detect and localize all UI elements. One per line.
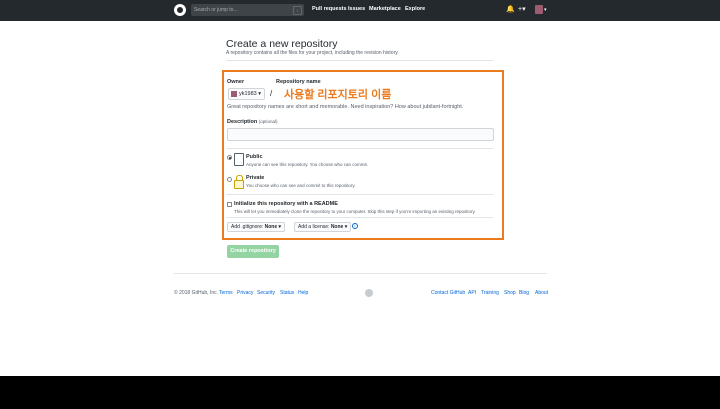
- search-input[interactable]: Search or jump to... /: [191, 4, 304, 16]
- footer-link-shop[interactable]: Shop: [504, 290, 516, 296]
- owner-repo-slash: /: [270, 89, 273, 98]
- footer-link-blog[interactable]: Blog: [519, 290, 529, 296]
- readme-checkbox[interactable]: [227, 202, 232, 207]
- footer-divider: [174, 273, 547, 274]
- plus-dropdown-icon[interactable]: +▾: [518, 5, 526, 13]
- nav-issues[interactable]: Issues: [348, 6, 365, 12]
- description-input[interactable]: [227, 128, 494, 141]
- repo-name-annotation[interactable]: 사용할 리포지토리 이름: [284, 86, 391, 102]
- divider: [226, 148, 493, 149]
- footer-link-privacy[interactable]: Privacy: [237, 290, 253, 296]
- page-title: Create a new repository: [226, 38, 338, 50]
- nav-explore[interactable]: Explore: [405, 6, 425, 12]
- private-title: Private: [246, 175, 265, 181]
- footer-link-terms[interactable]: Terms: [219, 290, 233, 296]
- public-title: Public: [246, 154, 263, 160]
- repo-name-label: Repository name: [276, 79, 321, 85]
- license-value: None ▾: [330, 224, 348, 230]
- owner-avatar: [231, 91, 237, 97]
- lock-icon: [234, 175, 244, 189]
- repo-name-hint: Great repository names are short and mem…: [227, 104, 464, 110]
- public-radio[interactable]: [227, 155, 232, 160]
- footer-link-status[interactable]: Status: [280, 290, 294, 296]
- page-subtitle: A repository contains all the files for …: [226, 50, 399, 56]
- public-description: Anyone can see this repository. You choo…: [246, 162, 368, 167]
- description-label: Description (optional): [227, 119, 278, 125]
- create-repository-button[interactable]: Create repository: [227, 245, 279, 258]
- footer-link-about[interactable]: About: [535, 290, 548, 296]
- description-label-text: Description: [227, 119, 258, 125]
- private-description: You choose who can see and commit to thi…: [246, 183, 356, 188]
- divider: [226, 194, 493, 195]
- footer-link-contact[interactable]: Contact GitHub: [431, 290, 465, 296]
- footer-link-api[interactable]: API: [468, 290, 476, 296]
- owner-value: yk1983 ▾: [239, 91, 262, 97]
- owner-label: Owner: [227, 79, 245, 85]
- footer-link-training[interactable]: Training: [481, 290, 499, 296]
- readme-description: This will let you immediately clone the …: [234, 209, 476, 214]
- license-label: Add a license:: [298, 224, 330, 230]
- bottom-black-bar: [0, 376, 720, 409]
- readme-title: Initialize this repository with a README: [234, 201, 338, 207]
- private-radio[interactable]: [227, 177, 232, 182]
- user-avatar[interactable]: [535, 5, 543, 14]
- bell-icon[interactable]: 🔔: [506, 5, 515, 13]
- nav-pull-requests[interactable]: Pull requests: [312, 6, 347, 12]
- footer-copyright: © 2018 GitHub, Inc.: [174, 290, 218, 296]
- divider: [226, 217, 493, 218]
- gitignore-select[interactable]: Add .gitignore: None ▾: [227, 222, 286, 232]
- avatar-caret-icon[interactable]: ▾: [544, 7, 547, 13]
- footer-link-security[interactable]: Security: [257, 290, 275, 296]
- description-optional: (optional): [258, 119, 278, 124]
- repo-book-icon: [234, 153, 244, 166]
- footer-link-help[interactable]: Help: [298, 290, 308, 296]
- license-select[interactable]: Add a license: None ▾: [294, 222, 352, 232]
- info-icon[interactable]: i: [352, 223, 358, 229]
- nav-marketplace[interactable]: Marketplace: [369, 6, 401, 12]
- gitignore-label: Add .gitignore:: [231, 224, 264, 230]
- search-shortcut-key: /: [293, 6, 302, 15]
- divider: [226, 60, 493, 61]
- top-navbar: Search or jump to... / Pull requests Iss…: [0, 0, 720, 21]
- search-placeholder: Search or jump to...: [194, 7, 238, 13]
- footer-github-logo-icon: [365, 289, 373, 297]
- github-logo-icon[interactable]: [174, 4, 186, 16]
- gitignore-value: None ▾: [264, 224, 282, 230]
- owner-select[interactable]: yk1983 ▾: [228, 88, 265, 100]
